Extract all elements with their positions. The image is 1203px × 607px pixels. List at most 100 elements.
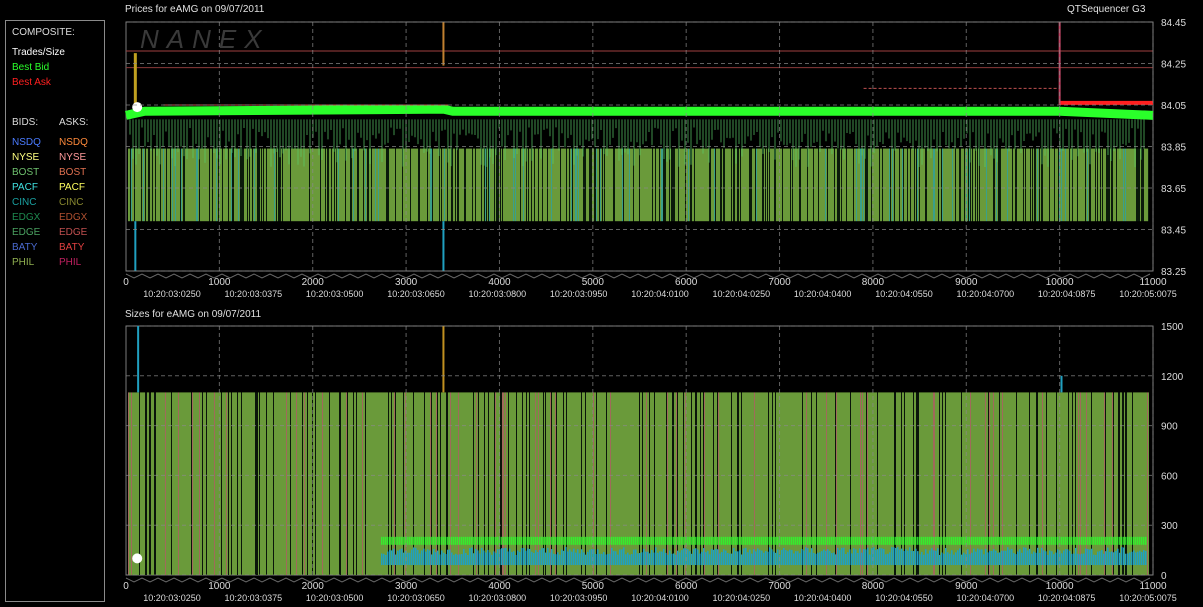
size-bar-bid [1055,536,1057,545]
band-stripe [956,148,957,222]
size-bar-bid [873,547,875,566]
size-bar [377,392,378,575]
size-bar [827,392,828,575]
size-bar-bid [963,552,965,566]
band-stripe [212,148,213,222]
band-stripe [878,148,879,222]
band-stripe [940,148,941,222]
size-bar [494,392,495,575]
band-stripe [674,148,675,222]
size-bar-bid [531,536,533,545]
size-bar-bid [749,536,751,545]
size-bar [819,392,820,575]
band-stripe [631,148,632,222]
size-bar [400,392,401,575]
size-bar [344,392,345,575]
size-bar-bid [773,536,775,545]
size-bar [359,392,360,575]
band-stripe [1087,148,1088,222]
size-bar-bid [563,550,565,566]
size-bar-bid [591,536,593,545]
size-bar [636,392,637,575]
time-label: 10:20:04:0875 [1038,289,1096,299]
series-best-bid [125,104,1154,120]
size-bar-bid [513,536,515,545]
size-bar [469,392,470,575]
band-stripe [188,148,189,222]
size-bar-bid [607,553,609,566]
band-stripe [999,148,1000,222]
size-bar [487,392,488,575]
size-bar-bid [549,536,551,545]
band-stripe [911,148,912,222]
size-bar-bid [805,547,807,566]
size-bar [213,392,214,575]
size-bar-bid [1045,551,1047,566]
band-stripe [742,148,743,222]
size-bar [771,392,772,575]
band-stripe [845,148,846,222]
size-bar [336,392,337,575]
band-stripe [649,148,650,222]
size-bar-bid [409,552,411,566]
size-bar-bid [803,536,805,545]
band-stripe [455,148,456,222]
band-stripe [1103,148,1104,222]
band-stripe [1122,148,1123,222]
size-bar [307,392,308,575]
band-stripe [168,148,169,222]
band-stripe [719,148,720,222]
band-stripe [790,148,791,222]
band-stripe [1107,148,1108,222]
size-bar-bid [1051,551,1053,566]
size-bar [829,392,830,575]
size-bar-bid [477,550,479,566]
size-bar-bid [989,536,991,545]
size-bar [1101,392,1102,575]
size-bar [134,392,135,575]
band-stripe [603,148,604,222]
size-bar [801,392,802,575]
size-bar-bid [839,536,841,545]
size-bar-bid [625,554,627,566]
size-bar [1057,392,1058,575]
band-stripe [1131,148,1132,222]
size-bar [718,392,719,575]
size-bar-bid [459,554,461,566]
size-bar [168,392,169,575]
size-bar-bid [783,547,785,566]
band-stripe [263,148,264,222]
time-label: 10:20:03:0800 [469,593,527,603]
size-bar [848,392,849,575]
band-stripe [449,148,450,222]
size-bar [530,392,531,575]
band-stripe [361,148,362,222]
size-bar-bid [655,547,657,566]
size-bar-bid [645,551,647,566]
band-stripe [572,148,573,222]
band-stripe [697,148,698,222]
size-bar [928,392,929,575]
size-bar-bid [773,551,775,566]
size-bar [877,392,878,575]
size-bar [139,392,140,575]
size-bar [365,392,366,575]
size-bar-bid [787,536,789,545]
band-stripe [647,148,648,222]
band-stripe [209,148,210,222]
size-bar-bid [969,536,971,545]
band-stripe [820,148,821,222]
size-bar-bid [527,548,529,566]
size-bar-bid [1005,536,1007,545]
band-stripe [596,148,597,222]
band-stripe [699,148,700,222]
size-bar [176,392,177,575]
size-bar-bid [389,536,391,545]
size-bar [999,392,1000,575]
size-bar-bid [489,552,491,566]
band-stripe [1081,148,1082,222]
band-stripe [1102,148,1103,222]
band-stripe [479,148,480,222]
size-bar [473,392,474,575]
size-bar [390,392,391,575]
